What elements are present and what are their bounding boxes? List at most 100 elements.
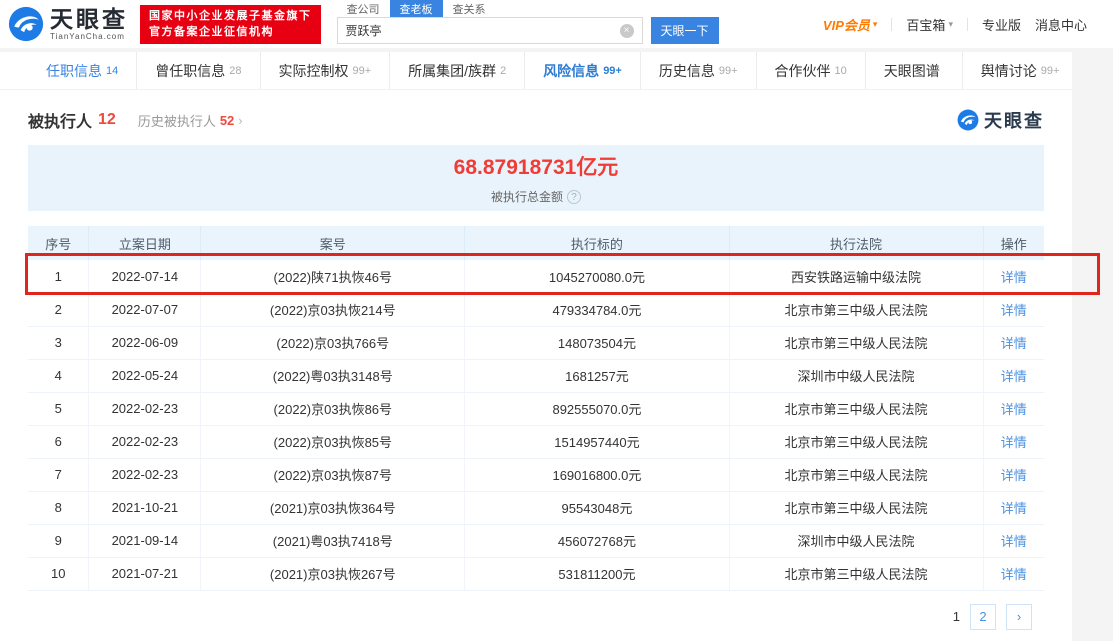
detail-link[interactable]: 详情: [1001, 435, 1027, 450]
cell-no: 1: [28, 260, 89, 293]
table-row: 4 2022-05-24 (2022)粤03执3148号 1681257元 深圳…: [28, 359, 1044, 392]
profile-tab[interactable]: 所属集团/族群 2: [390, 52, 525, 89]
tab-count: 99+: [1041, 65, 1060, 77]
profile-tab[interactable]: 历史信息 99+: [641, 52, 757, 89]
col-header-case: 案号: [201, 226, 465, 260]
top-header: 天眼查 TianYanCha.com 国家中小企业发展子基金旗下 官方备案企业征…: [0, 0, 1113, 48]
cell-date: 2022-02-23: [89, 392, 201, 425]
cell-court: 北京市第三中级人民法院: [729, 425, 983, 458]
cell-no: 8: [28, 491, 89, 524]
cell-no: 5: [28, 392, 89, 425]
question-mark-icon[interactable]: ?: [567, 190, 581, 204]
table-row: 5 2022-02-23 (2022)京03执恢86号 892555070.0元…: [28, 392, 1044, 425]
cell-date: 2022-06-09: [89, 326, 201, 359]
profile-tab[interactable]: 风险信息 99+: [525, 52, 641, 89]
profile-tab[interactable]: 实际控制权 99+: [261, 52, 391, 89]
watermark-text: 天眼查: [984, 107, 1044, 133]
cell-date: 2022-07-14: [89, 260, 201, 293]
table-row: 6 2022-02-23 (2022)京03执恢85号 1514957440元 …: [28, 425, 1044, 458]
detail-link[interactable]: 详情: [1001, 534, 1027, 549]
cell-court: 北京市第三中级人民法院: [729, 326, 983, 359]
cell-amount: 1514957440元: [465, 425, 729, 458]
page-current[interactable]: 1: [953, 609, 960, 624]
nav-vip[interactable]: VIP会员 ▾: [823, 15, 878, 34]
tab-count: 14: [106, 65, 118, 77]
search-tab-company[interactable]: 查公司: [337, 0, 390, 18]
search-box: ×: [337, 17, 643, 44]
search-tab-boss[interactable]: 查老板: [390, 0, 443, 18]
tianyancha-page: { "header": { "logo": { "title": "天眼查", …: [0, 0, 1113, 641]
cell-amount: 95543048元: [465, 491, 729, 524]
cell-no: 10: [28, 557, 89, 590]
search-tab-relation[interactable]: 查关系: [443, 0, 496, 18]
cell-amount: 169016800.0元: [465, 458, 729, 491]
table-row: 8 2021-10-21 (2021)京03执恢364号 95543048元 北…: [28, 491, 1044, 524]
cell-date: 2021-10-21: [89, 491, 201, 524]
cell-case: (2022)粤03执3148号: [201, 359, 465, 392]
col-header-action: 操作: [983, 226, 1044, 260]
next-page-button[interactable]: ›: [1006, 604, 1032, 630]
nav-message-center[interactable]: 消息中心: [1035, 15, 1087, 34]
tab-label: 曾任职信息: [155, 61, 225, 81]
detail-link[interactable]: 详情: [1001, 468, 1027, 483]
profile-tab[interactable]: 合作伙伴 10: [757, 52, 866, 89]
clear-icon[interactable]: ×: [620, 24, 634, 38]
col-header-court: 执行法院: [729, 226, 983, 260]
chevron-right-icon: ›: [238, 113, 242, 128]
pagination: 1 2 ›: [28, 604, 1044, 630]
nav-pro-version[interactable]: 专业版: [982, 15, 1021, 34]
detail-link[interactable]: 详情: [1001, 567, 1027, 582]
search-button[interactable]: 天眼一下: [651, 17, 719, 44]
total-amount-value: 68.87918731亿元: [454, 151, 619, 181]
caret-down-icon: ▾: [873, 19, 878, 30]
tab-label: 风险信息: [543, 61, 599, 81]
cell-no: 2: [28, 293, 89, 326]
table-row: 1 2022-07-14 (2022)陕71执恢46号 1045270080.0…: [28, 260, 1044, 293]
profile-tab[interactable]: 曾任职信息 28: [137, 52, 260, 89]
enforcement-table: 序号 立案日期 案号 执行标的 执行法院 操作 1 2022-07-14 (20…: [28, 226, 1044, 591]
history-enforced-link[interactable]: 历史被执行人 52 ›: [138, 111, 243, 130]
cell-case: (2022)京03执766号: [201, 326, 465, 359]
tianyancha-logo[interactable]: 天眼查 TianYanCha.com: [8, 6, 128, 42]
section-count: 12: [98, 111, 116, 129]
col-header-amount: 执行标的: [465, 226, 729, 260]
col-header-no: 序号: [28, 226, 89, 260]
detail-link[interactable]: 详情: [1001, 501, 1027, 516]
tab-label: 历史信息: [659, 61, 715, 81]
tab-count: 10: [835, 65, 847, 77]
cell-case: (2021)粤03执7418号: [201, 524, 465, 557]
cell-case: (2022)京03执恢87号: [201, 458, 465, 491]
tianyancha-eye-icon: [957, 109, 979, 131]
cell-case: (2021)京03执恢267号: [201, 557, 465, 590]
cell-no: 3: [28, 326, 89, 359]
table-row: 10 2021-07-21 (2021)京03执恢267号 531811200元…: [28, 557, 1044, 590]
cell-date: 2021-07-21: [89, 557, 201, 590]
cell-court: 北京市第三中级人民法院: [729, 491, 983, 524]
cell-case: (2022)京03执恢214号: [201, 293, 465, 326]
nav-toolbox[interactable]: 百宝箱 ▾: [906, 15, 953, 34]
detail-link[interactable]: 详情: [1001, 369, 1027, 384]
search-input[interactable]: [346, 24, 620, 38]
detail-link[interactable]: 详情: [1001, 336, 1027, 351]
cell-court: 北京市第三中级人民法院: [729, 557, 983, 590]
tianyancha-eye-icon: [8, 6, 44, 42]
cell-amount: 456072768元: [465, 524, 729, 557]
detail-link[interactable]: 详情: [1001, 402, 1027, 417]
table-row: 2 2022-07-07 (2022)京03执恢214号 479334784.0…: [28, 293, 1044, 326]
logo-subtitle: TianYanCha.com: [50, 33, 128, 41]
detail-link[interactable]: 详情: [1001, 270, 1027, 285]
profile-tab[interactable]: 天眼图谱: [866, 52, 963, 89]
profile-tab[interactable]: 舆情讨论 99+: [963, 52, 1078, 89]
cell-court: 深圳市中级人民法院: [729, 359, 983, 392]
watermark-logo: 天眼查: [957, 107, 1044, 133]
profile-tab[interactable]: 任职信息 14: [28, 52, 137, 89]
tab-count: 99+: [603, 65, 622, 77]
tab-label: 天眼图谱: [884, 61, 940, 81]
cell-amount: 531811200元: [465, 557, 729, 590]
enforced-person-card: 被执行人 12 历史被执行人 52 › 天眼查 68.87918731亿元: [0, 90, 1072, 630]
table-row: 7 2022-02-23 (2022)京03执恢87号 169016800.0元…: [28, 458, 1044, 491]
page-2-button[interactable]: 2: [970, 604, 996, 630]
cell-court: 北京市第三中级人民法院: [729, 458, 983, 491]
detail-link[interactable]: 详情: [1001, 303, 1027, 318]
table-row: 9 2021-09-14 (2021)粤03执7418号 456072768元 …: [28, 524, 1044, 557]
